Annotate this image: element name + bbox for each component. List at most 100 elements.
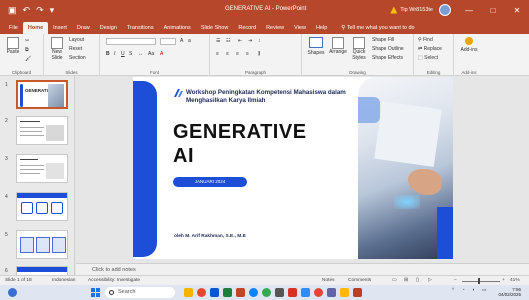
- tab-record[interactable]: Record: [233, 22, 261, 34]
- format-painter-icon[interactable]: 🖌: [25, 56, 31, 62]
- tell-me-search[interactable]: ⚲ Tell me what you want to do: [336, 22, 419, 34]
- tab-animations[interactable]: Animations: [159, 22, 196, 34]
- line-spacing-icon[interactable]: ↕: [258, 38, 261, 44]
- whatsapp-icon[interactable]: [262, 288, 271, 297]
- arrange-button[interactable]: Arrange: [328, 37, 348, 55]
- maximize-button[interactable]: □: [481, 0, 505, 20]
- slide-thumbnail-pane[interactable]: 1 GENERATIVE AI 2 3 4 5 6: [0, 76, 75, 275]
- slide-thumbnail-6[interactable]: [16, 266, 68, 275]
- shape-outline-button[interactable]: Shape Outline: [372, 46, 404, 52]
- copy-icon[interactable]: ⧉: [25, 47, 29, 53]
- undo-icon[interactable]: ↶: [23, 5, 31, 16]
- grow-font-icon[interactable]: A: [180, 38, 183, 44]
- chrome-profile-icon[interactable]: [314, 288, 323, 297]
- redo-icon[interactable]: ↷: [36, 5, 44, 16]
- paste-button[interactable]: Paste: [4, 37, 22, 55]
- slide-sorter-icon[interactable]: ⊞: [404, 278, 408, 283]
- zoom-level[interactable]: 41%: [510, 278, 520, 283]
- start-button[interactable]: [91, 288, 100, 297]
- weather-icon[interactable]: [8, 288, 17, 297]
- quick-styles-button[interactable]: Quick Styles: [350, 37, 368, 61]
- tab-help[interactable]: Help: [311, 22, 332, 34]
- cut-icon[interactable]: ✂: [25, 38, 29, 44]
- reset-button[interactable]: Reset: [69, 46, 82, 52]
- avatar[interactable]: [439, 4, 451, 16]
- align-right-icon[interactable]: ≡: [236, 51, 239, 57]
- strikethrough-icon[interactable]: S: [129, 51, 132, 57]
- slide-canvas[interactable]: Workshop Peningkatan Kompetensi Mahasisw…: [133, 77, 453, 259]
- powerpoint-icon[interactable]: [236, 288, 245, 297]
- teams-icon[interactable]: [327, 288, 336, 297]
- select-button[interactable]: ⬚ Select: [418, 55, 438, 61]
- slide-thumbnail-2[interactable]: [16, 116, 68, 145]
- powerpoint-pinned-icon[interactable]: [353, 288, 362, 297]
- slide-thumbnail-4[interactable]: [16, 192, 68, 221]
- tab-view[interactable]: View: [289, 22, 311, 34]
- battery-icon[interactable]: ▭: [482, 287, 486, 293]
- slide-hero-image[interactable]: [358, 77, 453, 259]
- align-center-icon[interactable]: ≡: [226, 51, 229, 57]
- section-button[interactable]: Section: [69, 55, 86, 61]
- system-clock[interactable]: 7:56 04/02/2025: [498, 287, 521, 297]
- find-button[interactable]: ⚲ Find: [418, 37, 433, 43]
- reading-view-icon[interactable]: ▯: [416, 278, 419, 283]
- autosave-icon[interactable]: ▣: [8, 5, 17, 16]
- tab-slide-show[interactable]: Slide Show: [196, 22, 234, 34]
- slide-thumbnail-3[interactable]: [16, 154, 68, 183]
- tab-review[interactable]: Review: [261, 22, 289, 34]
- columns-icon[interactable]: ⫼: [258, 51, 260, 57]
- excel-icon[interactable]: [223, 288, 232, 297]
- font-size-dropdown[interactable]: [160, 38, 176, 45]
- new-slide-button[interactable]: New Slide: [48, 37, 66, 61]
- underline-icon[interactable]: U: [121, 51, 125, 57]
- tray-chevron-icon[interactable]: ^: [452, 287, 454, 292]
- slide-thumbnail-5[interactable]: [16, 230, 68, 259]
- zoom-out-icon[interactable]: −: [454, 278, 457, 283]
- justify-icon[interactable]: ≡: [246, 51, 249, 57]
- acrobat-icon[interactable]: [288, 288, 297, 297]
- bold-icon[interactable]: B: [106, 51, 110, 57]
- notes-pane[interactable]: Click to add notes: [76, 263, 529, 275]
- normal-view-icon[interactable]: ▭: [392, 278, 397, 283]
- char-spacing-icon[interactable]: ↔: [138, 51, 143, 57]
- edge-icon[interactable]: [249, 288, 258, 297]
- numbering-icon[interactable]: ☷: [226, 38, 230, 44]
- zoom-slider[interactable]: [462, 280, 500, 282]
- align-left-icon[interactable]: ≡: [216, 51, 219, 57]
- zoom-app-icon[interactable]: [301, 288, 310, 297]
- shrink-font-icon[interactable]: a: [188, 38, 191, 44]
- italic-icon[interactable]: I: [114, 51, 115, 57]
- word-icon[interactable]: [210, 288, 219, 297]
- taskbar-search[interactable]: Search: [105, 287, 175, 298]
- addins-button[interactable]: Add-ins: [458, 37, 480, 53]
- wifi-icon[interactable]: ◔: [462, 287, 465, 292]
- tab-insert[interactable]: Insert: [48, 22, 72, 34]
- tab-draw[interactable]: Draw: [72, 22, 95, 34]
- change-case-icon[interactable]: Aa: [148, 51, 154, 57]
- minimize-button[interactable]: —: [457, 0, 481, 20]
- accessibility-status[interactable]: Accessibility: Investigate: [88, 278, 140, 283]
- slide-author[interactable]: oleh M. Arif Rakhman, S.E., M.E: [174, 234, 246, 239]
- user-account[interactable]: Tip Wr8153te: [390, 6, 433, 14]
- shape-fill-button[interactable]: Shape Fill: [372, 37, 394, 43]
- store-icon[interactable]: [275, 288, 284, 297]
- chrome-icon[interactable]: [197, 288, 206, 297]
- slideshow-icon[interactable]: ▷: [428, 278, 432, 283]
- tab-file[interactable]: File: [4, 22, 23, 34]
- slide-institution-text[interactable]: Workshop Peningkatan Kompetensi Mahasisw…: [186, 89, 386, 105]
- comments-toggle[interactable]: Comments: [348, 278, 371, 283]
- tab-transitions[interactable]: Transitions: [122, 22, 159, 34]
- volume-icon[interactable]: ◖: [472, 287, 475, 292]
- zoom-in-icon[interactable]: +: [502, 278, 505, 283]
- slide-title[interactable]: GENERATIVE AI: [173, 120, 307, 168]
- notes-toggle[interactable]: Notes: [322, 278, 335, 283]
- font-family-dropdown[interactable]: [106, 38, 156, 45]
- bullets-icon[interactable]: ☰: [216, 38, 220, 44]
- notes-app-icon[interactable]: [340, 288, 349, 297]
- increase-indent-icon[interactable]: ⇥: [248, 38, 252, 44]
- tab-home[interactable]: Home: [22, 22, 49, 34]
- language[interactable]: Indonesian: [52, 278, 75, 283]
- slide-date-badge[interactable]: JANUARI 2024: [173, 177, 247, 187]
- font-color-icon[interactable]: A: [160, 51, 163, 57]
- zoom-slider-handle[interactable]: [478, 278, 480, 284]
